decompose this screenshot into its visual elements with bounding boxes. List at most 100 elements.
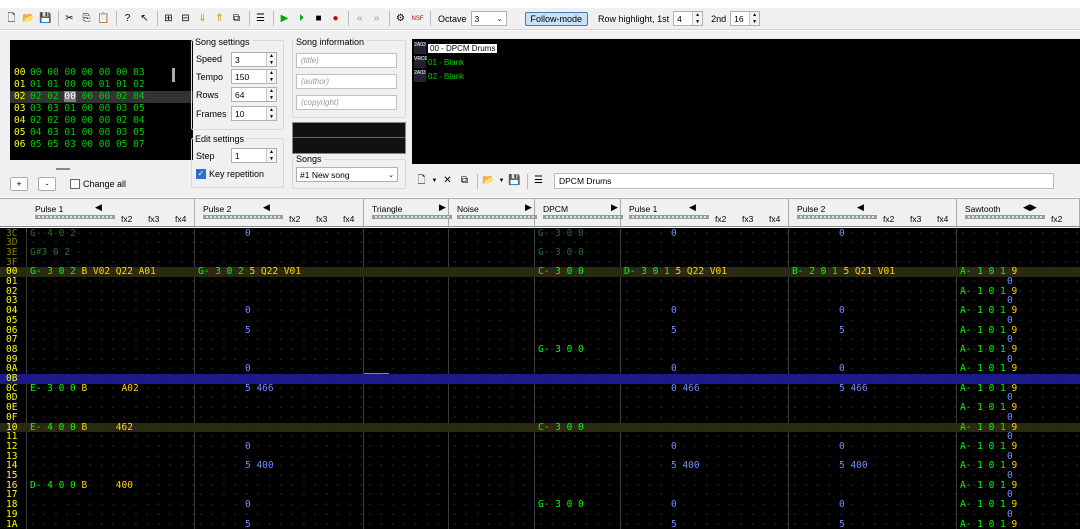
frame-row[interactable]: 05 04 03 01 00 00 03 05 [10, 127, 193, 139]
frame-row[interactable]: 06 05 05 03 00 00 05 07 [10, 139, 193, 151]
frame-splitter[interactable] [56, 168, 70, 170]
pattern-row[interactable]: 1A - - - - - - - - - - - - - - -- - - - -… [0, 519, 1080, 529]
frame-cell[interactable]: 00 [30, 67, 41, 78]
follow-mode-button[interactable]: Follow-mode [524, 11, 589, 26]
frame-cell[interactable]: 01 [99, 79, 110, 90]
channel-header-6[interactable]: Pulse 2 ◀ fx2 fx3 fx4 [789, 199, 957, 228]
frame-cell[interactable]: 02 [47, 91, 58, 102]
channel-header-5[interactable]: Pulse 1 ◀ fx2 fx3 fx4 [621, 199, 789, 228]
frame-cell[interactable]: 03 [116, 103, 127, 114]
frame-cell[interactable]: 00 [64, 91, 76, 102]
move-frame-down-icon[interactable]: ⇓ [195, 11, 210, 26]
channel-header-0[interactable]: Pulse 1 ◀ fx2 fx3 fx4 [27, 199, 195, 228]
frame-row[interactable]: 00 00 00 00 00 00 00 03 [10, 67, 193, 79]
frame-cell[interactable]: 00 [64, 67, 75, 78]
frame-cell[interactable]: 04 [133, 91, 144, 102]
frame-cell[interactable]: 05 [116, 139, 127, 150]
next-song-icon[interactable]: » [369, 11, 384, 26]
channel-header-7[interactable]: Sawtooth ◀▶ fx2 [957, 199, 1080, 228]
previous-song-icon[interactable]: « [352, 11, 367, 26]
frame-list[interactable]: 00 00 00 00 00 00 00 03 01 01 01 00 00 01 0… [10, 40, 193, 170]
song-author-field[interactable]: (author) [296, 74, 397, 89]
frame-cell[interactable]: 01 [47, 79, 58, 90]
new-file-icon[interactable]: 🗋 [4, 11, 19, 26]
channel-header-2[interactable]: Triangle ▶ [364, 199, 452, 228]
frame-cell[interactable]: 05 [133, 127, 144, 138]
pattern-cell[interactable]: 5 [671, 519, 677, 529]
frame-cell[interactable]: 00 [82, 91, 93, 102]
row-highlight-first-spin[interactable]: 4 ▲ ▼ [673, 11, 704, 26]
frame-cell[interactable]: 02 [30, 115, 41, 126]
save-icon[interactable]: 💾 [38, 11, 53, 26]
frame-cell[interactable]: 00 [99, 91, 110, 102]
frame-cell[interactable]: 00 [82, 139, 93, 150]
frame-cell[interactable]: 04 [133, 115, 144, 126]
frame-cell[interactable]: 00 [99, 115, 110, 126]
move-frame-up-icon[interactable]: ⇑ [212, 11, 227, 26]
row-highlight-second-spin[interactable]: 16 ▲ ▼ [730, 11, 761, 26]
module-properties-icon[interactable]: ☰ [253, 11, 268, 26]
pattern-cell[interactable]: A- 1 0 1 9 [960, 519, 1017, 529]
song-copyright-field[interactable]: (copyright) [296, 95, 397, 110]
instrument-name-field[interactable]: DPCM Drums [554, 173, 1054, 189]
frame-cell[interactable]: 00 [99, 139, 110, 150]
instrument-item[interactable]: 2A03 02 - Blank [412, 69, 1080, 83]
instrument-list[interactable]: 2A03 00 - DPCM Drums VRC6 01 - Blank 2A03 02 … [412, 39, 1080, 164]
frame-cell[interactable]: 05 [133, 103, 144, 114]
frame-cell[interactable]: 05 [47, 139, 58, 150]
edit-instrument-icon[interactable]: ☰ [531, 174, 546, 189]
new-instrument-icon[interactable]: 🗋 [414, 174, 429, 189]
effect-columns-arrows-icon[interactable]: ◀▶ [1023, 202, 1037, 213]
spin-arrows-icon[interactable]: ▲ ▼ [266, 70, 276, 83]
frame-cell[interactable]: 07 [133, 139, 144, 150]
rows-spin[interactable]: 64 ▲ ▼ [231, 87, 277, 102]
tempo-spin[interactable]: 150 ▲ ▼ [231, 69, 277, 84]
frame-cell[interactable]: 02 [47, 115, 58, 126]
frame-cell[interactable]: 00 [82, 115, 93, 126]
add-frame-button[interactable]: + [10, 177, 28, 191]
spin-arrows-icon[interactable]: ▲ ▼ [266, 149, 276, 162]
channel-header-1[interactable]: Pulse 2 ◀ fx2 fx3 fx4 [195, 199, 364, 228]
insert-frame-icon[interactable]: ⊞ [161, 11, 176, 26]
save-instrument-icon[interactable]: 💾 [507, 174, 522, 189]
song-title-field[interactable]: (title) [296, 53, 397, 68]
spin-arrows-icon[interactable]: ▲ ▼ [266, 107, 276, 120]
remove-instrument-icon[interactable]: ✕ [440, 174, 455, 189]
add-effect-column-icon[interactable]: ▶ [525, 202, 532, 213]
chevron-down-icon[interactable]: ▼ [431, 174, 438, 189]
frame-cell[interactable]: 03 [64, 139, 75, 150]
frame-cell[interactable]: 01 [64, 127, 75, 138]
frame-cell[interactable]: 03 [133, 67, 144, 78]
remove-frame-icon[interactable]: ⊟ [178, 11, 193, 26]
spin-arrows-icon[interactable]: ▲ ▼ [266, 53, 276, 66]
add-effect-column-icon[interactable]: ▶ [611, 202, 618, 213]
frame-row[interactable]: 02 02 02 00 00 00 02 04 [10, 91, 193, 103]
remove-effect-column-icon[interactable]: ◀ [689, 202, 696, 213]
open-file-icon[interactable]: 📂 [21, 11, 36, 26]
remove-effect-column-icon[interactable]: ◀ [95, 202, 102, 213]
frame-cell[interactable]: 01 [64, 103, 75, 114]
play-loop-icon[interactable]: ⏵ [294, 11, 309, 26]
spin-arrows-icon[interactable]: ▲ ▼ [749, 12, 760, 25]
pattern-editor[interactable]: - - - 3C- - - - - - - - - - - - - - -- -… [0, 228, 1080, 529]
pattern-cell[interactable]: 5 [245, 519, 251, 529]
play-icon[interactable]: ▶ [277, 11, 292, 26]
song-select[interactable]: #1 New song ⌄ [296, 167, 398, 182]
frame-cell[interactable]: 01 [30, 79, 41, 90]
frame-cell[interactable]: 00 [82, 79, 93, 90]
frame-row[interactable]: 01 01 01 00 00 01 01 02 [10, 79, 193, 91]
frame-cell[interactable]: 00 [99, 67, 110, 78]
frame-cell[interactable]: 05 [30, 139, 41, 150]
frame-cell[interactable]: 00 [82, 67, 93, 78]
frame-cell[interactable]: 00 [99, 127, 110, 138]
frame-row[interactable]: 03 03 03 01 00 00 03 05 [10, 103, 193, 115]
frame-cell[interactable]: 00 [64, 115, 75, 126]
add-effect-column-icon[interactable]: ▶ [439, 202, 446, 213]
frame-cell[interactable]: 03 [116, 127, 127, 138]
paste-icon[interactable]: 📋 [96, 11, 111, 26]
change-all-checkbox[interactable] [70, 179, 80, 189]
pattern-cell[interactable]: 5 [839, 519, 845, 529]
remove-frame-button[interactable]: - [38, 177, 56, 191]
frame-row[interactable]: 04 02 02 00 00 00 02 04 [10, 115, 193, 127]
frame-cell[interactable]: 00 [64, 79, 75, 90]
